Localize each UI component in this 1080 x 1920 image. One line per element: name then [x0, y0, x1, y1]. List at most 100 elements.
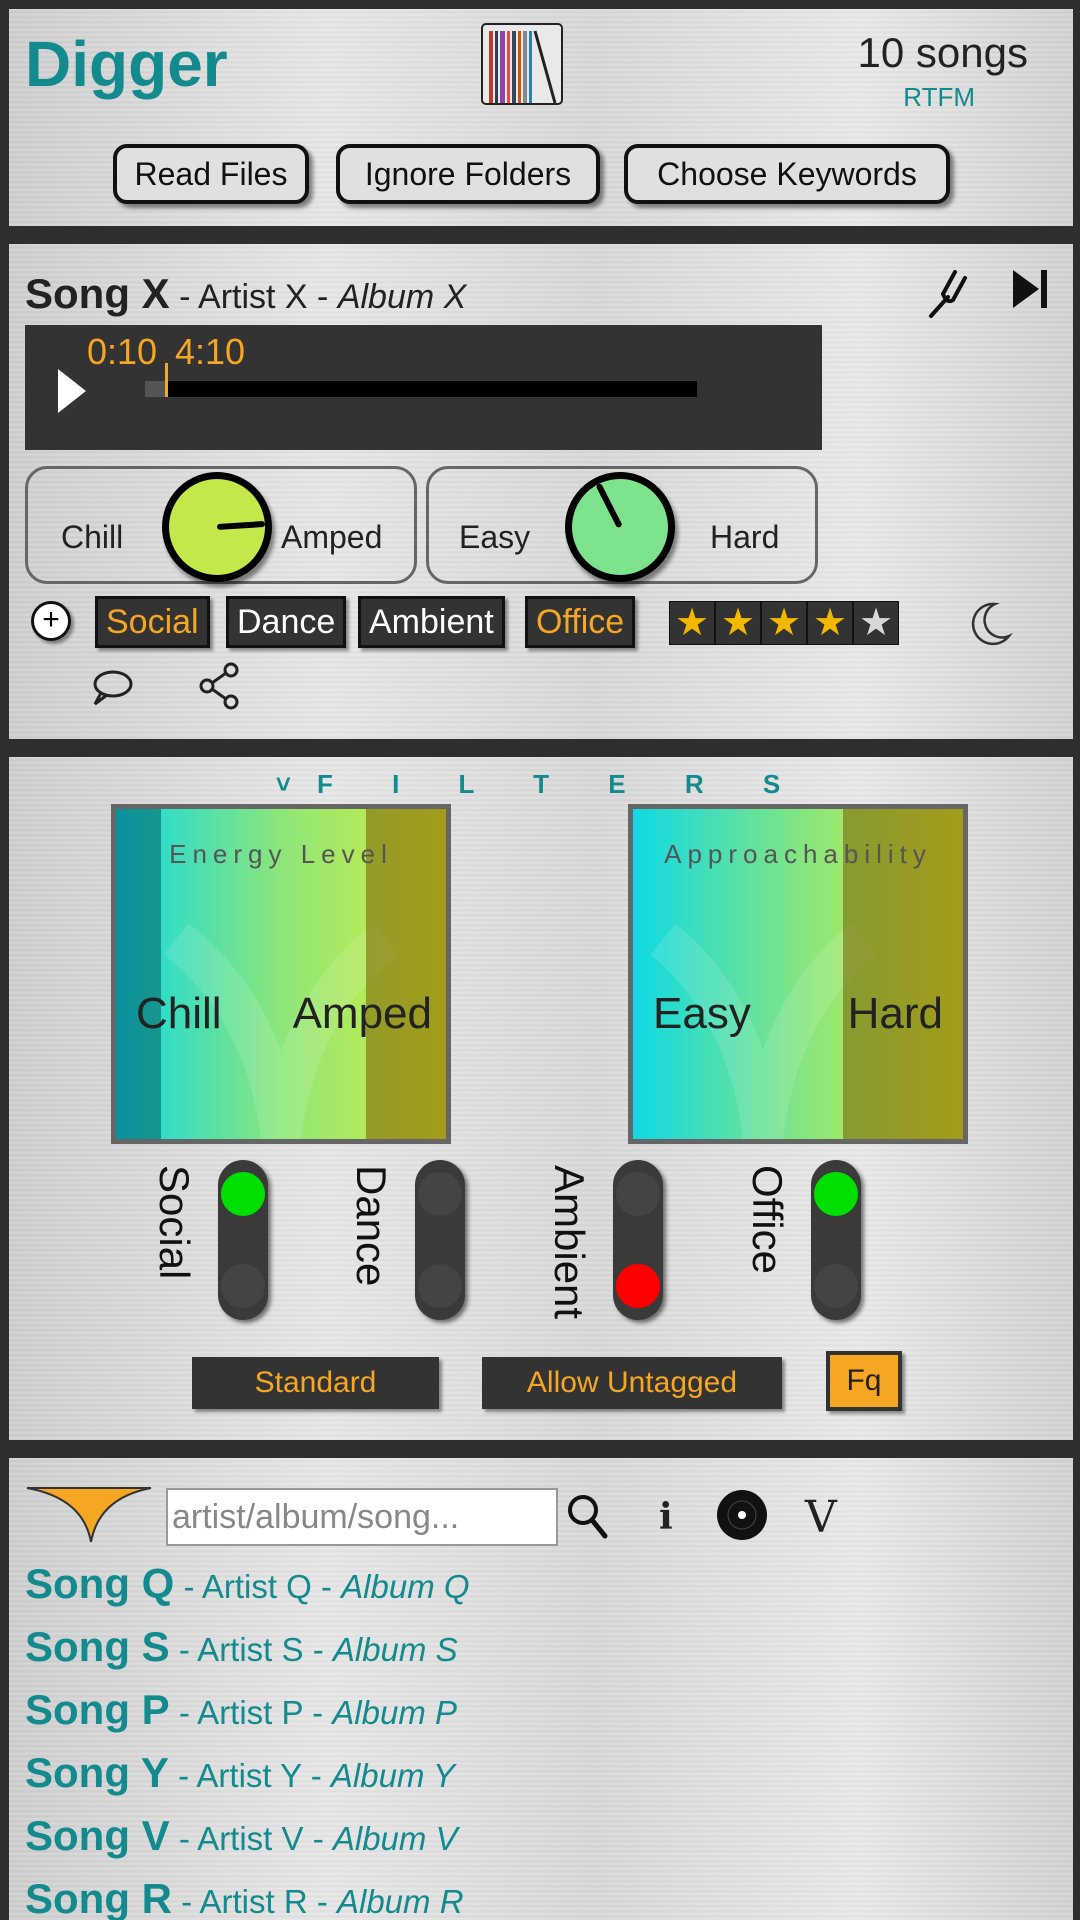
- energy-range-filter[interactable]: Energy Level Chill Amped: [111, 804, 451, 1144]
- list-item-album: Album Y: [330, 1757, 456, 1794]
- star-rating[interactable]: ★ ★ ★ ★ ★: [669, 601, 899, 645]
- toggle-led-on: [221, 1172, 265, 1216]
- list-item[interactable]: Song V - Artist V - Album V: [25, 1812, 458, 1860]
- progress-handle[interactable]: [165, 363, 169, 397]
- filters-title[interactable]: ˅F I L T E R S: [9, 769, 1073, 800]
- allow-untagged-button[interactable]: Allow Untagged: [482, 1357, 782, 1409]
- list-item-song: Song Q: [25, 1560, 175, 1607]
- star-icon[interactable]: ★: [761, 601, 807, 645]
- star-icon[interactable]: ★: [807, 601, 853, 645]
- list-item-artist: - Artist Y -: [168, 1757, 331, 1794]
- energy-range-left: Chill: [136, 989, 222, 1038]
- ignore-folders-button[interactable]: Ignore Folders: [336, 144, 600, 204]
- tuning-fork-icon[interactable]: [921, 264, 977, 331]
- tag-office[interactable]: Office: [525, 596, 636, 648]
- list-item-album: Album Q: [341, 1568, 470, 1605]
- tag-social[interactable]: Social: [95, 596, 210, 648]
- search-icon[interactable]: [565, 1492, 611, 1553]
- toggle-led-off: [814, 1264, 858, 1308]
- approachability-range-label: Approachability: [664, 839, 932, 869]
- list-item-song: Song V: [25, 1812, 170, 1859]
- total-time: 4:10: [175, 331, 246, 372]
- toggle-label-ambient: Ambient: [546, 1165, 593, 1320]
- list-item-album: Album S: [332, 1631, 458, 1668]
- choose-keywords-button[interactable]: Choose Keywords: [624, 144, 950, 204]
- toggle-label-dance: Dance: [348, 1165, 395, 1287]
- toggle-ambient[interactable]: [613, 1160, 663, 1320]
- separator: -: [307, 278, 338, 316]
- tag-ambient[interactable]: Ambient: [358, 596, 505, 648]
- library-panel: i V Song Q - Artist Q - Album Q Song S - …: [9, 1458, 1073, 1920]
- current-time: 0:10: [87, 331, 158, 372]
- read-files-button[interactable]: Read Files: [113, 144, 309, 204]
- list-item[interactable]: Song Q - Artist Q - Album Q: [25, 1560, 470, 1608]
- approachability-range-left: Easy: [653, 989, 751, 1038]
- list-item[interactable]: Song Y - Artist Y - Album Y: [25, 1749, 455, 1797]
- song-count: 10 songs: [857, 29, 1028, 76]
- list-item-song: Song Y: [25, 1749, 169, 1796]
- list-item-album: Album R: [336, 1883, 464, 1920]
- now-playing-title: Song X - Artist X - Album X: [25, 270, 466, 318]
- approach-knob-box: Easy Hard: [426, 466, 818, 584]
- list-item-song: Song P: [25, 1686, 170, 1733]
- list-item-album: Album P: [332, 1694, 457, 1731]
- list-item-artist: - Artist S -: [169, 1631, 333, 1668]
- now-playing-song: Song X: [25, 270, 170, 317]
- approachability-range-right: Hard: [847, 989, 943, 1038]
- audio-player: 0:10 4:10: [25, 325, 822, 450]
- progress-bar[interactable]: [145, 363, 697, 397]
- toggle-led-on: [418, 1172, 462, 1216]
- skip-next-icon[interactable]: [1005, 264, 1055, 325]
- share-icon[interactable]: [197, 662, 245, 721]
- list-item-album: Album V: [332, 1820, 458, 1857]
- star-icon[interactable]: ★: [715, 601, 761, 645]
- moon-icon[interactable]: [965, 598, 1015, 659]
- toggle-led-on: [814, 1172, 858, 1216]
- toggle-led-on: [616, 1172, 660, 1216]
- list-item-artist: - Artist Q -: [174, 1568, 342, 1605]
- tag-dance[interactable]: Dance: [226, 596, 347, 648]
- list-item[interactable]: Song S - Artist S - Album S: [25, 1623, 458, 1671]
- fq-button[interactable]: Fq: [826, 1351, 902, 1411]
- energy-knob-box: Chill Amped: [25, 466, 417, 584]
- toggle-label-social: Social: [151, 1165, 198, 1280]
- toggle-led-off: [418, 1264, 462, 1308]
- album-icon[interactable]: [715, 1488, 769, 1553]
- sort-v-icon[interactable]: V: [805, 1492, 837, 1543]
- comment-icon[interactable]: [87, 666, 135, 721]
- toggle-dance[interactable]: [415, 1160, 465, 1320]
- toggle-social[interactable]: [218, 1160, 268, 1320]
- toggle-office[interactable]: [811, 1160, 861, 1320]
- approach-right-label: Hard: [710, 519, 780, 555]
- list-item[interactable]: Song P - Artist P - Album P: [25, 1686, 457, 1734]
- add-tag-button[interactable]: +: [31, 601, 71, 641]
- star-icon[interactable]: ★: [853, 601, 899, 645]
- approach-left-label: Easy: [459, 519, 531, 555]
- approachability-range-filter[interactable]: Approachability Easy Hard: [628, 804, 968, 1144]
- list-item-song: Song S: [25, 1623, 170, 1670]
- info-icon[interactable]: i: [659, 1496, 673, 1538]
- energy-range-label: Energy Level: [169, 839, 393, 869]
- toggle-led-off: [221, 1264, 265, 1308]
- list-item[interactable]: Song R - Artist R - Album R: [25, 1875, 464, 1920]
- player-panel: Song X - Artist X - Album X 0:10 4:10 Ch…: [9, 244, 1073, 739]
- star-icon[interactable]: ★: [669, 601, 715, 645]
- standard-button[interactable]: Standard: [192, 1357, 439, 1409]
- app-logo: [481, 23, 563, 105]
- filter-funnel-icon[interactable]: [25, 1484, 153, 1551]
- energy-right-label: Amped: [281, 519, 383, 555]
- header-panel: Digger 10 songs RTFM Read Files Ignore F…: [9, 9, 1073, 226]
- tag-row: + Social Dance Ambient Office ★ ★ ★ ★ ★: [9, 596, 1073, 656]
- toggle-label-office: Office: [744, 1165, 791, 1274]
- energy-range-right: Amped: [292, 989, 432, 1038]
- knob-pointer: [595, 482, 623, 529]
- rtfm-link[interactable]: RTFM: [903, 82, 975, 113]
- play-icon[interactable]: [58, 369, 86, 413]
- energy-knob[interactable]: [162, 472, 272, 582]
- now-playing-album: Album X: [337, 278, 467, 316]
- approach-knob[interactable]: [565, 472, 675, 582]
- list-item-song: Song R: [25, 1875, 172, 1920]
- list-item-artist: - Artist P -: [169, 1694, 333, 1731]
- toggle-led-off: [616, 1264, 660, 1308]
- search-input[interactable]: [166, 1488, 558, 1546]
